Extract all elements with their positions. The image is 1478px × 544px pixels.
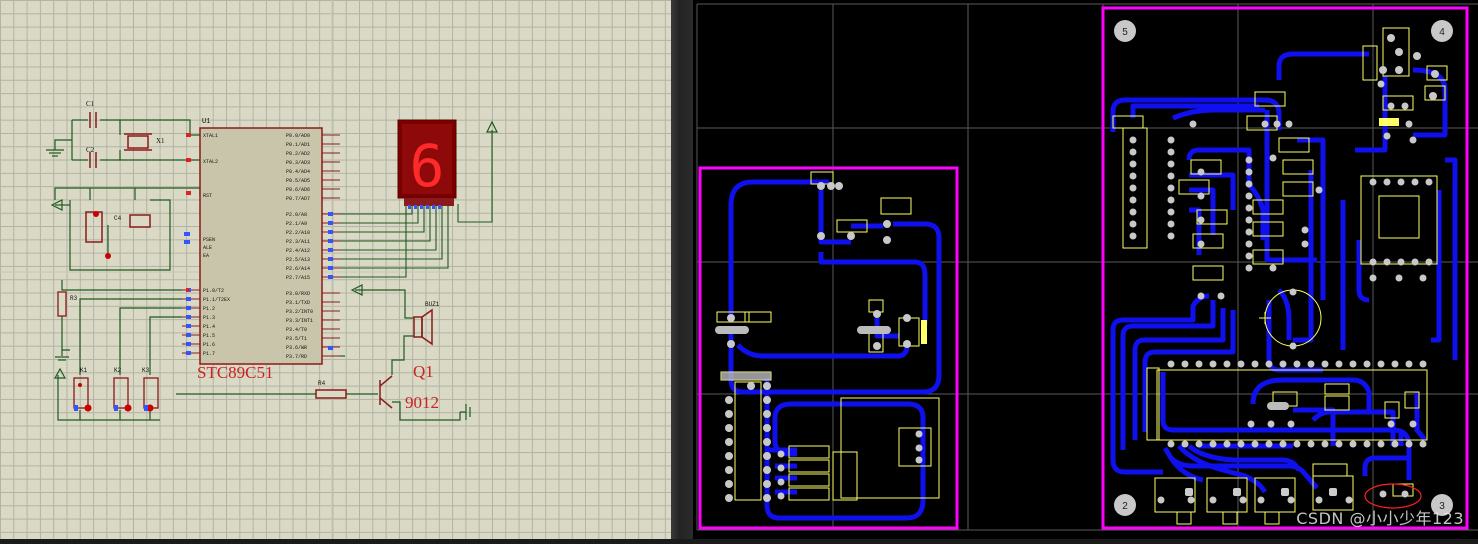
svg-text:P1.5: P1.5 [203, 333, 215, 339]
svg-text:P0.2/AD2: P0.2/AD2 [286, 151, 310, 157]
small-board-tracks[interactable] [728, 179, 942, 521]
svg-text:2: 2 [1122, 501, 1128, 512]
svg-text:4: 4 [1439, 27, 1445, 38]
reset-circuit[interactable] [54, 187, 201, 271]
svg-text:P0.5/AD5: P0.5/AD5 [286, 178, 310, 184]
mounting-hole-5[interactable]: 5 [1114, 20, 1136, 42]
pcb-canvas[interactable]: 5 4 2 3 [693, 0, 1478, 539]
watermark-text: CSDN @小小少年123 [1296, 509, 1464, 528]
mounting-hole-2[interactable]: 2 [1114, 494, 1136, 516]
svg-text:P1.6: P1.6 [203, 342, 215, 348]
r4-label: R4 [318, 380, 326, 387]
buzzer-label: BUZ1 [425, 301, 440, 308]
svg-text:P3.4/T0: P3.4/T0 [286, 327, 307, 333]
transistor-ref-label: Q1 [413, 362, 434, 381]
svg-text:XTAL1: XTAL1 [203, 133, 218, 139]
svg-text:PSEN: PSEN [203, 237, 215, 243]
svg-text:P0.0/AD0: P0.0/AD0 [286, 133, 310, 139]
r3-label: R3 [70, 295, 78, 302]
k3-label: K3 [142, 367, 150, 374]
schematic-drawing: C1 C2 X1 C4 XTAL1 XTAL2 RST PSEN ALE EA P1.… [0, 0, 671, 539]
svg-text:P2.7/A15: P2.7/A15 [286, 275, 310, 281]
svg-text:P2.3/A11: P2.3/A11 [286, 239, 310, 245]
c1-label: C1 [86, 100, 95, 108]
svg-text:P3.7/RD: P3.7/RD [286, 354, 307, 360]
svg-text:P0.1/AD1: P0.1/AD1 [286, 142, 310, 148]
svg-text:P1.1/T2EX: P1.1/T2EX [203, 297, 230, 303]
panel-divider[interactable] [671, 0, 693, 539]
svg-text:P3.6/WR: P3.6/WR [286, 345, 307, 351]
pcb-drawing: 5 4 2 3 [696, 3, 1478, 531]
svg-text:RST: RST [203, 193, 212, 199]
svg-text:P1.0/T2: P1.0/T2 [203, 288, 224, 294]
svg-text:5: 5 [1122, 27, 1128, 38]
svg-text:P0.7/AD7: P0.7/AD7 [286, 196, 310, 202]
svg-text:P2.6/A14: P2.6/A14 [286, 266, 310, 272]
svg-text:EA: EA [203, 253, 209, 259]
svg-text:P1.7: P1.7 [203, 351, 215, 357]
k2-label: K2 [114, 367, 122, 374]
svg-text:P2.4/A12: P2.4/A12 [286, 248, 310, 254]
mcu-ref-label: U1 [202, 118, 210, 126]
svg-text:P2.2/A10: P2.2/A10 [286, 230, 310, 236]
svg-text:P1.3: P1.3 [203, 315, 215, 321]
svg-text:P3.3/INT1: P3.3/INT1 [286, 318, 313, 324]
transistor-part-label: 9012 [405, 393, 439, 412]
svg-text:P0.4/AD4: P0.4/AD4 [286, 169, 310, 175]
k1-label: K1 [80, 367, 88, 374]
mcu-part-label: STC89C51 [197, 363, 274, 382]
svg-text:P2.0/A8: P2.0/A8 [286, 212, 307, 218]
display-digit: 6 [410, 132, 445, 200]
main-board-tracks[interactable] [1110, 51, 1458, 494]
svg-text:P0.3/AD3: P0.3/AD3 [286, 160, 310, 166]
seven-segment-display[interactable]: 6 [397, 119, 457, 209]
svg-text:P3.0/RXD: P3.0/RXD [286, 291, 310, 297]
svg-text:P3.2/INT0: P3.2/INT0 [286, 309, 313, 315]
svg-text:P1.4: P1.4 [203, 324, 215, 330]
c4-label: C4 [114, 215, 122, 222]
c2-label: C2 [86, 146, 95, 154]
mcu-chip[interactable]: XTAL1 XTAL2 RST PSEN ALE EA P1.0/T2 P1.1/T2E… [199, 127, 323, 365]
svg-text:P3.1/TXD: P3.1/TXD [286, 300, 310, 306]
svg-text:P3.5/T1: P3.5/T1 [286, 336, 307, 342]
crystal-label: X1 [156, 137, 165, 145]
main-board-outline[interactable] [1101, 6, 1469, 530]
schematic-canvas[interactable]: C1 C2 X1 C4 XTAL1 XTAL2 RST PSEN ALE EA P1.… [0, 0, 671, 539]
svg-text:ALE: ALE [203, 245, 212, 251]
svg-text:P1.2: P1.2 [203, 306, 215, 312]
svg-text:P0.6/AD6: P0.6/AD6 [286, 187, 310, 193]
mounting-hole-4[interactable]: 4 [1431, 20, 1453, 42]
svg-text:XTAL2: XTAL2 [203, 159, 218, 165]
svg-text:P2.1/A9: P2.1/A9 [286, 221, 307, 227]
svg-text:P2.5/A13: P2.5/A13 [286, 257, 310, 263]
